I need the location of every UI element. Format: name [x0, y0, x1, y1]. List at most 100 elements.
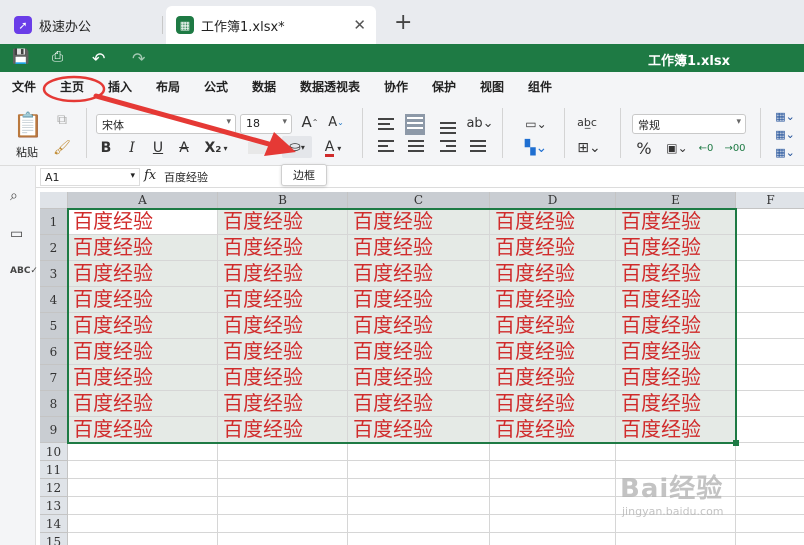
- cell-b1[interactable]: 百度经验: [218, 209, 348, 235]
- format-cells-icon[interactable]: ▦⌄: [770, 144, 800, 160]
- row-header-8[interactable]: 8: [40, 391, 68, 417]
- italic-button[interactable]: I: [124, 138, 140, 158]
- cell-a11[interactable]: [68, 461, 218, 479]
- print-icon[interactable]: ⎙: [52, 49, 63, 65]
- cell-d4[interactable]: 百度经验: [490, 287, 616, 313]
- cell-b9[interactable]: 百度经验: [218, 417, 348, 443]
- formula-input[interactable]: 百度经验: [164, 169, 208, 185]
- spellcheck-icon[interactable]: ABC✓: [10, 266, 38, 276]
- cell-f5[interactable]: [736, 313, 804, 339]
- cell-b11[interactable]: [218, 461, 348, 479]
- cell-a12[interactable]: [68, 479, 218, 497]
- cell-f9[interactable]: [736, 417, 804, 443]
- cell-e8[interactable]: 百度经验: [616, 391, 736, 417]
- currency-icon[interactable]: ▣⌄: [662, 138, 692, 158]
- cell-c1[interactable]: 百度经验: [348, 209, 490, 235]
- cell-b7[interactable]: 百度经验: [218, 365, 348, 391]
- cell-f6[interactable]: [736, 339, 804, 365]
- row-header-13[interactable]: 13: [40, 497, 68, 515]
- cell-b8[interactable]: 百度经验: [218, 391, 348, 417]
- menu-plugins[interactable]: 组件: [528, 78, 552, 95]
- row-header-7[interactable]: 7: [40, 365, 68, 391]
- row-header-10[interactable]: 10: [40, 443, 68, 461]
- cell-a8[interactable]: 百度经验: [68, 391, 218, 417]
- column-header-d[interactable]: D: [490, 192, 616, 209]
- font-size-select[interactable]: 18 ▾: [240, 114, 292, 134]
- menu-formula[interactable]: 公式: [204, 78, 228, 95]
- format-painter-icon[interactable]: 🖌: [52, 138, 72, 158]
- row-header-2[interactable]: 2: [40, 235, 68, 261]
- cell-d11[interactable]: [490, 461, 616, 479]
- align-top-icon[interactable]: [378, 118, 394, 133]
- decrease-decimal-icon[interactable]: ←0: [696, 138, 716, 158]
- menu-collab[interactable]: 协作: [384, 78, 408, 95]
- wrap-text-icon[interactable]: ▭⌄: [518, 114, 554, 134]
- cell-a2[interactable]: 百度经验: [68, 235, 218, 261]
- cell-c6[interactable]: 百度经验: [348, 339, 490, 365]
- column-header-e[interactable]: E: [616, 192, 736, 209]
- cell-a9[interactable]: 百度经验: [68, 417, 218, 443]
- save-icon[interactable]: 💾: [12, 49, 29, 65]
- cell-a1[interactable]: 百度经验: [68, 209, 218, 235]
- cell-c13[interactable]: [348, 497, 490, 515]
- fill-color-button[interactable]: ⛀ ▾: [282, 136, 312, 158]
- cell-f13[interactable]: [736, 497, 804, 515]
- fill-handle[interactable]: [733, 440, 739, 446]
- cell-d2[interactable]: 百度经验: [490, 235, 616, 261]
- cell-a4[interactable]: 百度经验: [68, 287, 218, 313]
- bold-button[interactable]: B: [98, 138, 114, 158]
- cell-c10[interactable]: [348, 443, 490, 461]
- cell-f11[interactable]: [736, 461, 804, 479]
- cell-d7[interactable]: 百度经验: [490, 365, 616, 391]
- cell-c12[interactable]: [348, 479, 490, 497]
- row-header-1[interactable]: 1: [40, 209, 68, 235]
- menu-layout[interactable]: 布局: [156, 78, 180, 95]
- cell-f12[interactable]: [736, 479, 804, 497]
- align-middle-icon[interactable]: [405, 114, 425, 135]
- cell-b4[interactable]: 百度经验: [218, 287, 348, 313]
- cell-f8[interactable]: [736, 391, 804, 417]
- cell-d15[interactable]: [490, 533, 616, 545]
- row-header-14[interactable]: 14: [40, 515, 68, 533]
- column-header-c[interactable]: C: [348, 192, 490, 209]
- cell-e5[interactable]: 百度经验: [616, 313, 736, 339]
- menu-insert[interactable]: 插入: [108, 78, 132, 95]
- insert-function-icon[interactable]: ⊞⌄: [574, 138, 604, 158]
- cell-d1[interactable]: 百度经验: [490, 209, 616, 235]
- cell-c5[interactable]: 百度经验: [348, 313, 490, 339]
- font-color-button[interactable]: A ▾: [318, 138, 348, 158]
- cell-c14[interactable]: [348, 515, 490, 533]
- align-bottom-icon[interactable]: [440, 122, 456, 137]
- cell-f3[interactable]: [736, 261, 804, 287]
- search-icon[interactable]: ⌕: [10, 188, 18, 204]
- shrink-font-icon[interactable]: A ⌄: [326, 112, 346, 132]
- paste-icon[interactable]: 📋: [12, 110, 44, 140]
- cell-f7[interactable]: [736, 365, 804, 391]
- row-header-15[interactable]: 15: [40, 533, 68, 545]
- cell-d10[interactable]: [490, 443, 616, 461]
- cell-c9[interactable]: 百度经验: [348, 417, 490, 443]
- strikethrough-button[interactable]: A: [176, 138, 192, 158]
- undo-icon[interactable]: ↶: [92, 49, 105, 68]
- row-header-11[interactable]: 11: [40, 461, 68, 479]
- cell-a15[interactable]: [68, 533, 218, 545]
- cell-d6[interactable]: 百度经验: [490, 339, 616, 365]
- tab-workbook[interactable]: ▦ 工作簿1.xlsx* ✕: [166, 6, 376, 44]
- cell-a5[interactable]: 百度经验: [68, 313, 218, 339]
- align-left-icon[interactable]: [378, 140, 394, 155]
- underline-button[interactable]: U: [150, 138, 166, 158]
- cell-b15[interactable]: [218, 533, 348, 545]
- cell-c11[interactable]: [348, 461, 490, 479]
- cell-e1[interactable]: 百度经验: [616, 209, 736, 235]
- cell-e3[interactable]: 百度经验: [616, 261, 736, 287]
- cell-d14[interactable]: [490, 515, 616, 533]
- cell-c3[interactable]: 百度经验: [348, 261, 490, 287]
- cell-a7[interactable]: 百度经验: [68, 365, 218, 391]
- font-name-select[interactable]: 宋体 ▾: [96, 114, 236, 134]
- cell-a6[interactable]: 百度经验: [68, 339, 218, 365]
- subscript-button[interactable]: X₂ ▾: [202, 138, 230, 158]
- cell-d12[interactable]: [490, 479, 616, 497]
- cell-b2[interactable]: 百度经验: [218, 235, 348, 261]
- cell-b14[interactable]: [218, 515, 348, 533]
- cell-e4[interactable]: 百度经验: [616, 287, 736, 313]
